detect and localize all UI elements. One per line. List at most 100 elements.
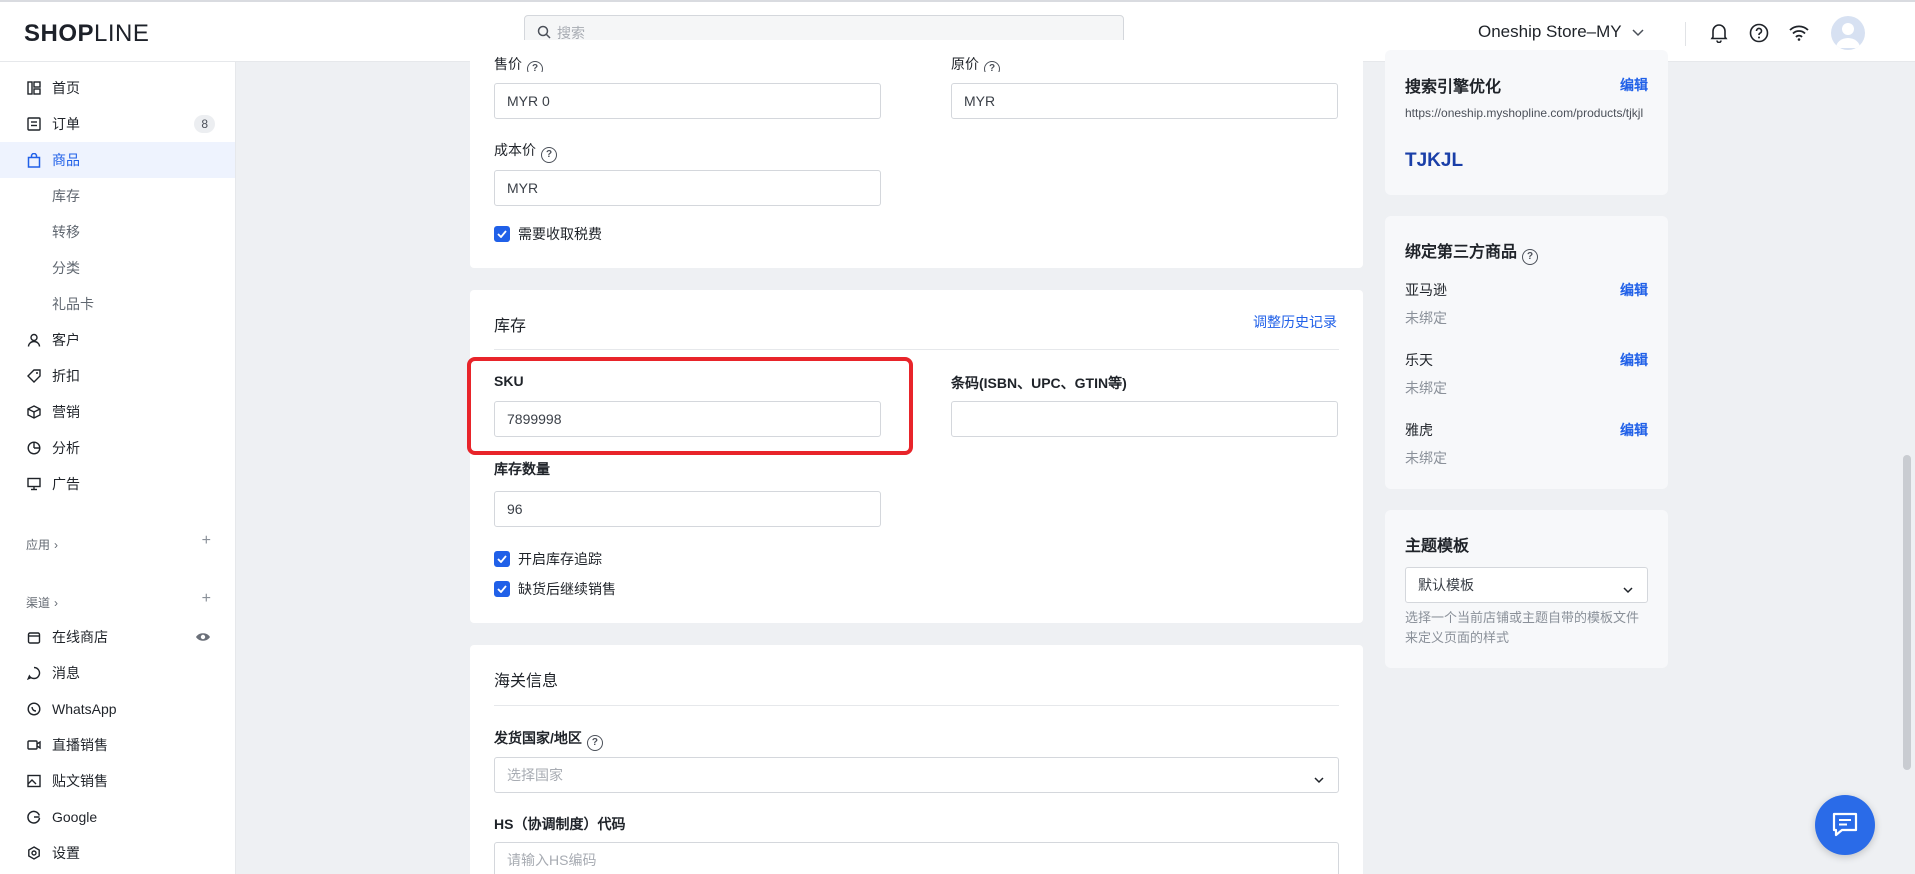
divider	[494, 349, 1339, 350]
whatsapp-icon	[26, 701, 42, 717]
binding-status: 未绑定	[1405, 380, 1447, 396]
quantity-input[interactable]: 96	[494, 491, 881, 527]
sidebar-item-settings[interactable]: 设置	[0, 835, 235, 871]
sidebar-item-home[interactable]: 首页	[0, 70, 235, 106]
barcode-label: 条码(ISBN、UPC、GTIN等)	[951, 375, 1127, 391]
sidebar-item-online-store[interactable]: 在线商店	[0, 619, 235, 655]
shopline-logo[interactable]: SHOPLINE	[24, 20, 149, 48]
continue-selling-checkbox[interactable]: 缺货后继续销售	[494, 579, 616, 599]
platform-name: 雅虎	[1405, 422, 1433, 438]
inventory-title: 库存	[494, 318, 527, 335]
compare-price-label: 原价?	[951, 54, 1000, 72]
sidebar-item-products[interactable]: 商品	[0, 142, 235, 178]
price-label-text: 售价	[494, 56, 522, 72]
sidebar-item-label: 广告	[52, 476, 80, 492]
help-icon[interactable]: ?	[586, 734, 603, 751]
checkmark-icon	[494, 581, 510, 597]
logo-bold-text: SHOP	[24, 20, 95, 47]
help-icon[interactable]	[1748, 22, 1770, 44]
theme-template-card: 主题模板 默认模板 选择一个当前店铺或主题自带的模板文件来定义页面的样式	[1385, 510, 1668, 668]
adjust-history-link[interactable]: 调整历史记录	[1253, 312, 1337, 332]
ship-country-label: 发货国家/地区?	[494, 728, 603, 751]
customs-title: 海关信息	[494, 673, 559, 690]
help-icon[interactable]: ?	[527, 60, 543, 72]
yahoo-edit-link[interactable]: 编辑	[1620, 420, 1648, 440]
apps-label: 应用	[26, 538, 51, 552]
sidebar-item-gift-cards[interactable]: 礼品卡	[0, 286, 235, 322]
add-app-icon[interactable]: +	[202, 532, 211, 550]
store-switcher[interactable]: Oneship Store–MY	[1478, 22, 1644, 42]
sidebar-item-google[interactable]: Google	[0, 799, 235, 835]
sidebar-item-analytics[interactable]: 分析	[0, 430, 235, 466]
pie-chart-icon	[26, 440, 42, 456]
add-channel-icon[interactable]: +	[202, 590, 211, 608]
chevron-right-icon: ›	[54, 595, 59, 610]
gear-icon	[26, 845, 42, 861]
avatar[interactable]	[1831, 16, 1865, 50]
sidebar: 首页 订单 8 商品 库存 转移 分类 礼品卡 客户 折扣 营销 分析 广告 应…	[0, 62, 236, 874]
chat-button[interactable]	[1815, 795, 1875, 855]
barcode-input[interactable]	[951, 401, 1338, 437]
sidebar-item-inventory[interactable]: 库存	[0, 178, 235, 214]
price-input[interactable]: MYR 0	[494, 83, 881, 119]
monitor-icon	[26, 476, 42, 492]
bell-icon[interactable]	[1708, 22, 1730, 44]
help-icon[interactable]: ?	[984, 60, 1000, 72]
hs-code-placeholder: 请输入HS编码	[507, 852, 597, 868]
cost-price-input[interactable]: MYR	[494, 170, 881, 206]
sidebar-item-customers[interactable]: 客户	[0, 322, 235, 358]
seo-url: https://oneship.myshopline.com/products/…	[1405, 106, 1644, 120]
cost-price-label-text: 成本价	[494, 142, 536, 158]
track-inventory-checkbox[interactable]: 开启库存追踪	[494, 549, 602, 569]
sidebar-item-label: 转移	[52, 224, 80, 240]
chevron-down-icon	[1632, 22, 1644, 42]
sidebar-item-label: 贴文销售	[52, 773, 108, 789]
search-icon	[537, 25, 551, 42]
checkmark-icon	[494, 551, 510, 567]
theme-template-select[interactable]: 默认模板	[1405, 567, 1648, 603]
home-icon	[26, 80, 42, 96]
pricing-card: 售价? MYR 0 原价? MYR 成本价? MYR 需要收取税费	[470, 40, 1363, 268]
sidebar-item-marketing[interactable]: 营销	[0, 394, 235, 430]
page-scrollbar[interactable]	[1903, 455, 1911, 770]
help-icon[interactable]: ?	[541, 146, 557, 163]
cube-icon	[26, 404, 42, 420]
sidebar-item-messages[interactable]: 消息	[0, 655, 235, 691]
sidebar-item-label: 直播销售	[52, 737, 108, 753]
sidebar-item-label: 礼品卡	[52, 296, 94, 312]
chevron-right-icon: ›	[54, 537, 59, 552]
compare-price-input[interactable]: MYR	[951, 83, 1338, 119]
sidebar-item-transfers[interactable]: 转移	[0, 214, 235, 250]
seo-edit-link[interactable]: 编辑	[1620, 75, 1648, 95]
sidebar-item-discounts[interactable]: 折扣	[0, 358, 235, 394]
hs-code-input[interactable]: 请输入HS编码	[494, 842, 1339, 874]
country-select[interactable]: 选择国家	[494, 757, 1339, 793]
theme-template-hint: 选择一个当前店铺或主题自带的模板文件来定义页面的样式	[1405, 610, 1640, 645]
sidebar-item-post-selling[interactable]: 贴文销售	[0, 763, 235, 799]
hs-code-label: HS（协调制度）代码	[494, 816, 626, 832]
sidebar-item-categories[interactable]: 分类	[0, 250, 235, 286]
sidebar-item-label: 商品	[52, 152, 80, 168]
channels-group-header[interactable]: 渠道 ›	[26, 594, 58, 611]
rakuten-edit-link[interactable]: 编辑	[1620, 350, 1648, 370]
customs-card: 海关信息 发货国家/地区? 选择国家 HS（协调制度）代码 请输入HS编码	[470, 645, 1363, 874]
charge-tax-checkbox[interactable]: 需要收取税费	[494, 224, 602, 244]
eye-icon[interactable]	[195, 630, 211, 646]
google-icon	[26, 809, 42, 825]
sidebar-item-label: 客户	[52, 332, 80, 348]
sidebar-item-live-selling[interactable]: 直播销售	[0, 727, 235, 763]
sidebar-item-ads[interactable]: 广告	[0, 466, 235, 502]
sku-highlight-box	[467, 357, 913, 455]
sidebar-item-orders[interactable]: 订单 8	[0, 106, 235, 142]
sidebar-item-whatsapp[interactable]: WhatsApp	[0, 691, 235, 727]
apps-group-header[interactable]: 应用 ›	[26, 536, 58, 553]
track-inventory-label: 开启库存追踪	[518, 551, 602, 567]
binding-status: 未绑定	[1405, 310, 1447, 326]
sidebar-item-label: 折扣	[52, 368, 80, 384]
amazon-edit-link[interactable]: 编辑	[1620, 280, 1648, 300]
sidebar-item-label: 首页	[52, 80, 80, 96]
search-input[interactable]	[557, 25, 1097, 41]
help-icon[interactable]: ?	[1522, 248, 1539, 265]
continue-selling-label: 缺货后继续销售	[518, 581, 616, 597]
wifi-icon[interactable]	[1788, 22, 1810, 44]
